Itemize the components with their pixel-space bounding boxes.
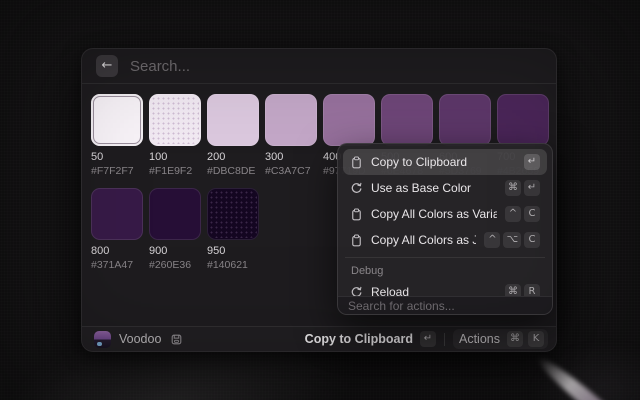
option-key-hint: ⌥ [503,232,521,248]
cmd-key-hint: ⌘ [505,284,521,296]
c-key-hint: C [524,206,540,222]
swatch-hex-label: #260E36 [149,259,201,271]
voodoo-app-icon [94,331,111,348]
swatch-hex-label: #C3A7C7 [265,165,317,177]
color-swatch-100[interactable] [149,94,201,146]
color-swatch-500[interactable] [381,94,433,146]
actions-label: Actions [459,332,500,346]
menu-item-copy-all-as-json[interactable]: Copy All Colors as JSON ^ ⌥ C [343,227,547,253]
menu-item-label: Copy to Clipboard [371,155,516,169]
color-swatch-900[interactable] [149,188,201,240]
footer-divider [444,333,445,346]
return-key-hint: ↵ [524,154,540,170]
ctrl-key-hint: ^ [484,232,500,248]
swatch-cell-200: 200 #DBC8DE [207,94,259,177]
menu-item-copy-all-variable-declarations[interactable]: Copy All Colors as Variable Declara... ^… [343,201,547,227]
app-name-label: Voodoo [119,332,161,346]
color-swatch-800[interactable] [91,188,143,240]
swatch-cell-100: 100 #F1E9F2 [149,94,201,177]
disk-icon [170,333,183,346]
return-key-hint: ↵ [420,331,436,347]
primary-action-button[interactable]: Copy to Clipboard [305,332,413,346]
swatch-shade-label: 300 [265,151,317,164]
color-swatch-300[interactable] [265,94,317,146]
rotate-icon [350,182,363,195]
menu-item-reload[interactable]: Reload ⌘ R [343,279,547,296]
menu-item-shortcut: ^ ⌥ C [484,232,540,248]
swatch-hex-label: #140621 [207,259,259,271]
color-swatch-950[interactable] [207,188,259,240]
swatch-shade-label: 50 [91,151,143,164]
menu-item-copy-to-clipboard[interactable]: Copy to Clipboard ↵ [343,149,547,175]
color-swatch-700[interactable] [497,94,549,146]
swatch-shade-label: 800 [91,245,143,258]
k-key-hint: K [528,331,544,347]
return-key-hint: ↵ [524,180,540,196]
actions-button[interactable]: Actions ⌘ K [453,329,548,349]
desktop-background: ← 50 #F7F2F7 100 #F1E9F2 200 #DBC8DE [0,0,640,400]
clipboard-icon [350,208,363,221]
cmd-key-hint: ⌘ [507,331,523,347]
menu-item-shortcut: ⌘ ↵ [505,180,540,196]
swatch-shade-label: 200 [207,151,259,164]
cmd-key-hint: ⌘ [505,180,521,196]
menu-item-use-as-base-color[interactable]: Use as Base Color ⌘ ↵ [343,175,547,201]
swatch-shade-label: 900 [149,245,201,258]
search-input[interactable] [130,58,542,75]
swatch-hex-label: #DBC8DE [207,165,259,177]
search-bar: ← [82,49,556,84]
color-swatch-50[interactable] [91,94,143,146]
menu-item-label: Reload [371,285,497,296]
swatch-cell-300: 300 #C3A7C7 [265,94,317,177]
swatch-shade-label: 950 [207,245,259,258]
clipboard-icon [350,156,363,169]
menu-item-label: Copy All Colors as JSON [371,233,476,247]
swatch-shade-label: 100 [149,151,201,164]
color-swatch-200[interactable] [207,94,259,146]
swatch-cell-950: 950 #140621 [207,188,259,271]
swatch-cell-900: 900 #260E36 [149,188,201,271]
menu-section-debug: Debug [343,262,547,279]
menu-item-shortcut: ^ C [505,206,540,222]
swatch-cell-50: 50 #F7F2F7 [91,94,143,177]
reload-icon [350,286,363,297]
status-bar: Voodoo Copy to Clipboard ↵ Actions ⌘ K [82,326,556,351]
swatch-hex-label: #371A47 [91,259,143,271]
menu-item-shortcut: ⌘ R [505,284,540,296]
swatch-hex-label: #F1E9F2 [149,165,201,177]
swatch-cell-800: 800 #371A47 [91,188,143,271]
back-button[interactable]: ← [96,55,118,77]
color-swatch-600[interactable] [439,94,491,146]
actions-menu: Copy to Clipboard ↵ Use as Base Color ⌘ … [337,143,553,315]
actions-menu-list: Copy to Clipboard ↵ Use as Base Color ⌘ … [338,144,552,296]
actions-search-bar [338,296,552,314]
clipboard-icon [350,234,363,247]
r-key-hint: R [524,284,540,296]
menu-divider [345,257,545,258]
swatch-hex-label: #F7F2F7 [91,165,143,177]
color-swatch-400[interactable] [323,94,375,146]
c-key-hint: C [524,232,540,248]
menu-item-label: Copy All Colors as Variable Declara... [371,207,497,221]
ctrl-key-hint: ^ [505,206,521,222]
menu-item-label: Use as Base Color [371,181,497,195]
actions-search-input[interactable] [348,299,542,313]
menu-item-shortcut: ↵ [524,154,540,170]
